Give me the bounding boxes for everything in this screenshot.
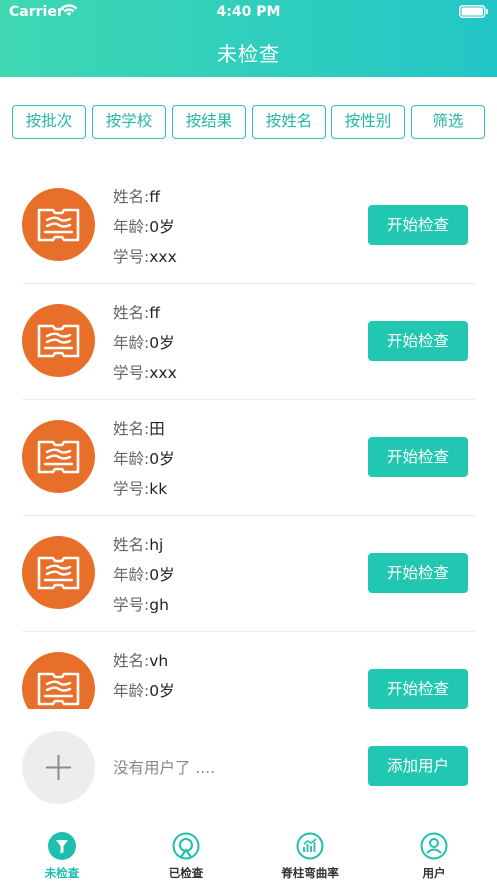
avatar (22, 420, 95, 493)
start-check-button[interactable]: 开始检查 (368, 553, 468, 593)
filter-by-batch-button[interactable]: 按批次 (12, 105, 86, 139)
spine-device-icon (37, 208, 80, 242)
tab-checked[interactable]: 已检查 (124, 823, 248, 883)
spine-device-icon (37, 672, 80, 706)
filter-button[interactable]: 筛选 (411, 105, 485, 139)
avatar (22, 304, 95, 377)
tab-user[interactable]: 用户 (372, 823, 496, 883)
list-item: 姓名:田 年龄:0岁 学号:kk 开始检查 (0, 400, 497, 516)
user-icon (420, 832, 448, 860)
student-age: 年龄:0岁 (113, 566, 175, 584)
student-age: 年龄:0岁 (113, 450, 175, 468)
student-info: 姓名:ff 年龄:0岁 学号:xxx (113, 182, 177, 272)
add-user-button[interactable]: 添加用户 (368, 746, 468, 786)
start-check-button[interactable]: 开始检查 (368, 205, 468, 245)
plus-icon (46, 755, 71, 780)
student-info: 姓名:田 年龄:0岁 学号:kk (113, 414, 175, 504)
filter-by-school-button[interactable]: 按学校 (92, 105, 166, 139)
list-item: 姓名:ff 年龄:0岁 学号:xxx 开始检查 (0, 284, 497, 400)
student-id: 学号:xxx (113, 364, 177, 382)
avatar (22, 652, 95, 709)
start-check-button[interactable]: 开始检查 (368, 437, 468, 477)
student-id: 学号:kk (113, 480, 168, 498)
list-item: 姓名:ff 年龄:0岁 学号:xxx 开始检查 (0, 168, 497, 284)
student-name: 姓名:田 (113, 420, 165, 438)
start-check-button[interactable]: 开始检查 (368, 321, 468, 361)
student-info: 姓名:vh 年龄:0岁 (113, 646, 175, 706)
student-list[interactable]: 姓名:ff 年龄:0岁 学号:xxx 开始检查 姓名:ff 年龄:0岁 学号:x… (0, 168, 497, 709)
student-info: 姓名:ff 年龄:0岁 学号:xxx (113, 298, 177, 388)
clock: 4:40 PM (216, 4, 281, 20)
student-name: 姓名:hj (113, 536, 164, 554)
spine-device-icon (37, 556, 80, 590)
avatar (22, 536, 95, 609)
avatar (22, 188, 95, 261)
add-user-avatar[interactable] (22, 731, 95, 804)
list-item: 姓名:vh 年龄:0岁 开始检查 (0, 632, 497, 709)
page-title: 未检查 (217, 42, 280, 66)
tab-bar: 未检查 已检查 脊柱弯曲率 用户 (0, 823, 497, 883)
student-id: 学号:gh (113, 596, 169, 614)
student-age: 年龄:0岁 (113, 334, 175, 352)
spine-device-icon (37, 324, 80, 358)
empty-message: 没有用户了 .... (113, 759, 216, 777)
spine-device-icon (37, 440, 80, 474)
battery-icon (459, 5, 488, 18)
filter-by-name-button[interactable]: 按姓名 (252, 105, 326, 139)
student-id: 学号:xxx (113, 248, 177, 266)
student-name: 姓名:ff (113, 304, 160, 322)
start-check-button[interactable]: 开始检查 (368, 669, 468, 709)
tab-spine-curvature[interactable]: 脊柱弯曲率 (248, 823, 372, 883)
filter-by-result-button[interactable]: 按结果 (172, 105, 246, 139)
filter-icon (48, 832, 76, 860)
add-user-row: 没有用户了 .... 添加用户 (0, 711, 497, 821)
filter-bar: 按批次 按学校 按结果 按姓名 按性别 筛选 (12, 105, 487, 139)
header: Carrier 4:40 PM 未检查 (0, 0, 497, 77)
chart-icon (296, 832, 324, 860)
checked-icon (172, 832, 200, 860)
tab-unchecked[interactable]: 未检查 (0, 823, 124, 883)
student-info: 姓名:hj 年龄:0岁 学号:gh (113, 530, 175, 620)
student-name: 姓名:ff (113, 188, 160, 206)
student-age: 年龄:0岁 (113, 218, 175, 236)
filter-by-gender-button[interactable]: 按性别 (331, 105, 405, 139)
student-age: 年龄:0岁 (113, 682, 175, 700)
list-item: 姓名:hj 年龄:0岁 学号:gh 开始检查 (0, 516, 497, 632)
student-name: 姓名:vh (113, 652, 169, 670)
status-bar: Carrier 4:40 PM (0, 0, 497, 26)
